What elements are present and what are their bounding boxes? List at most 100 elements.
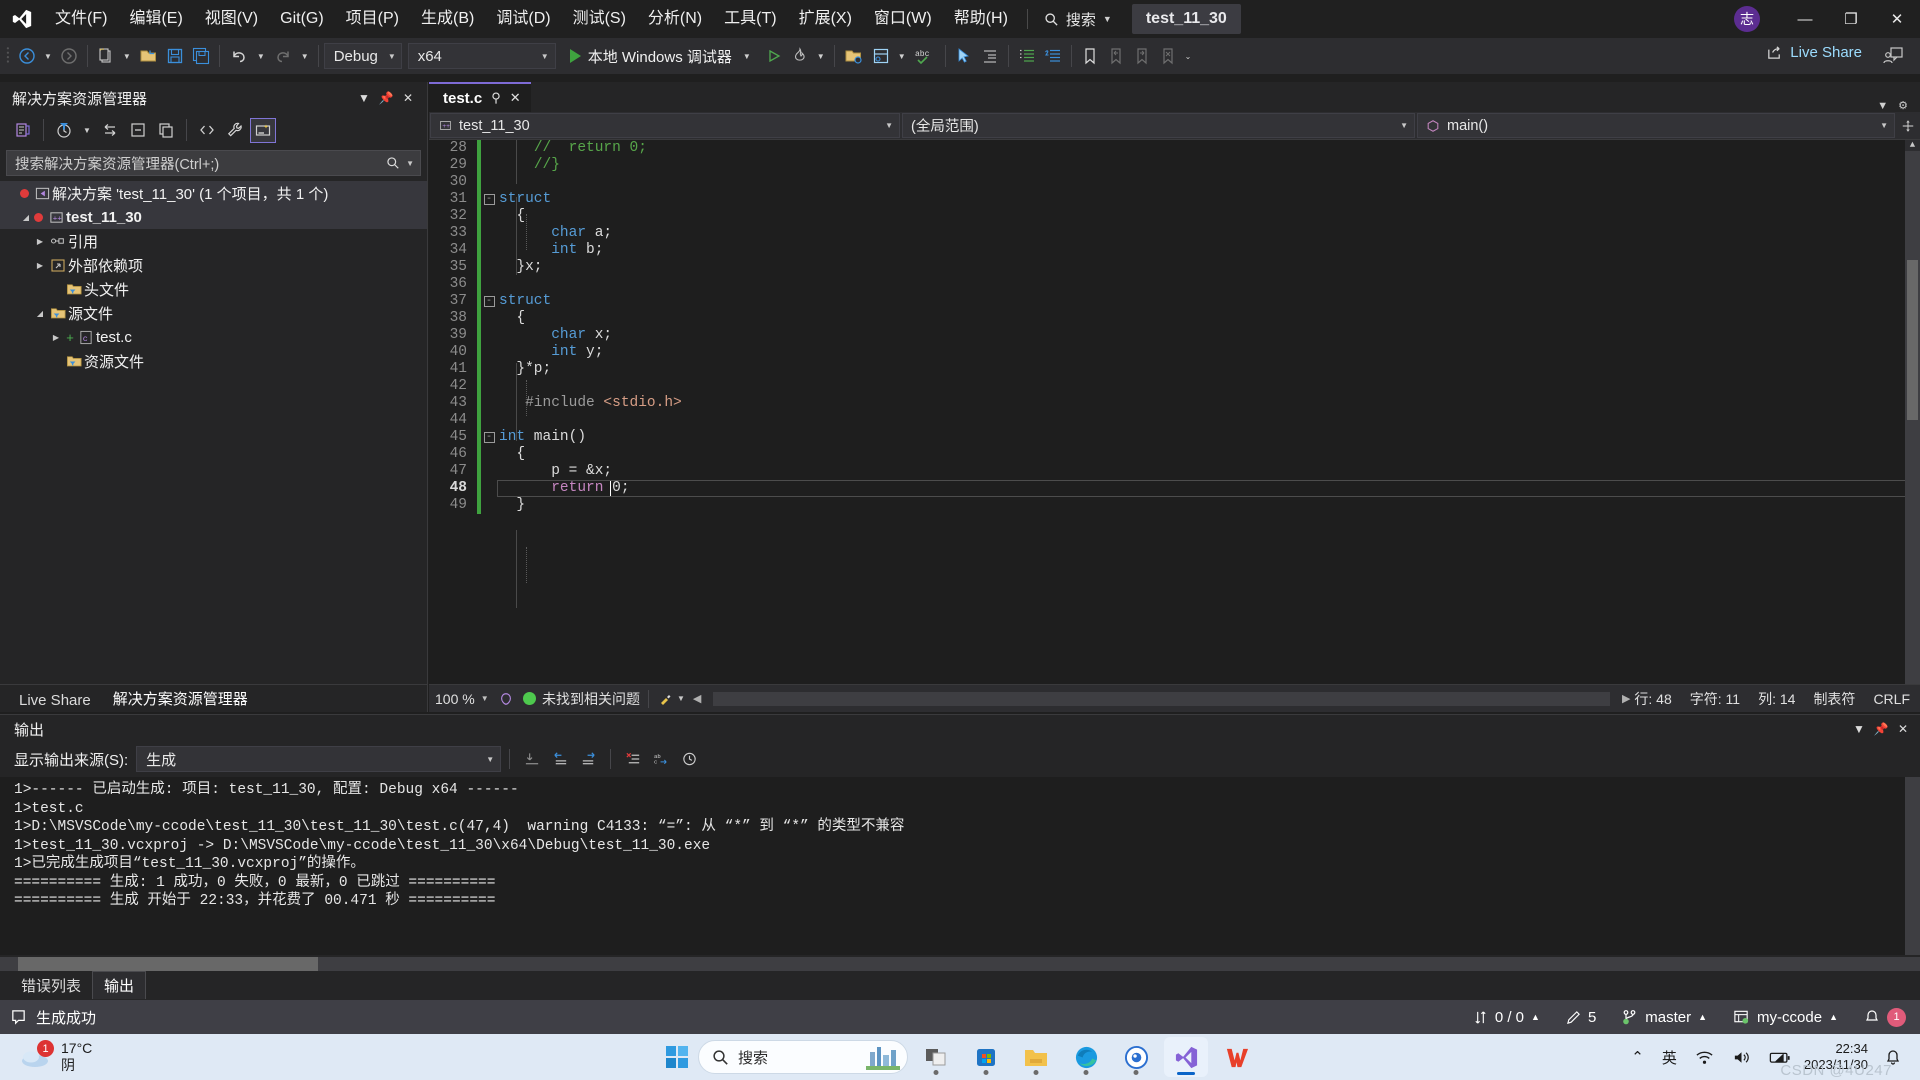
panel-dropdown-button[interactable]: ▼ [1848,718,1870,740]
code-line[interactable]: 41 }*p; [429,361,1920,378]
history-button[interactable] [675,746,703,772]
properties-caret-icon[interactable]: ▼ [894,52,910,61]
pin-icon[interactable]: 📌 [375,87,397,109]
toolbar-overflow-icon[interactable]: ⌄ [1181,52,1196,61]
scroll-up-arrow-icon[interactable]: ▲ [1905,140,1920,151]
task-view-button[interactable] [914,1037,958,1077]
code-line[interactable]: 49 } [429,497,1920,514]
menu-project[interactable]: 项目(P) [335,0,410,38]
tab-output[interactable]: 输出 [92,971,147,999]
microsoft-store-button[interactable] [964,1037,1008,1077]
tree-expander[interactable]: ◢ [18,213,34,222]
menu-edit[interactable]: 编辑(E) [118,0,193,38]
tree-item-resource-files[interactable]: 资源文件 [0,349,427,373]
navigate-forward-button[interactable] [56,42,82,70]
code-line[interactable]: 47 p = &x; [429,463,1920,480]
navigate-back-button[interactable] [14,42,40,70]
active-solution-chip[interactable]: test_11_30 [1131,4,1241,34]
code-line[interactable]: 29 //} [429,157,1920,174]
code-line[interactable]: 35 }x; [429,259,1920,276]
intellicode-icon[interactable] [499,692,513,706]
panel-dropdown-button[interactable]: ▼ [353,87,375,109]
line-ending-mode[interactable]: CRLF [1873,691,1910,707]
code-line[interactable]: 32 { [429,208,1920,225]
toolbar-grip[interactable] [4,45,14,67]
properties-button[interactable] [222,118,248,143]
live-share-button[interactable]: Live Share [1766,44,1862,61]
split-view-button[interactable] [1896,112,1920,139]
open-file-button[interactable] [135,42,162,70]
new-item-button[interactable] [93,42,119,70]
uncomment-selection-button[interactable] [1040,42,1066,70]
new-item-caret-icon[interactable]: ▼ [119,52,135,61]
menu-tools[interactable]: 工具(T) [713,0,787,38]
output-source-combo[interactable]: 生成 ▼ [136,746,502,772]
tree-item-solution[interactable]: 解决方案 'test_11_30' (1 个项目，共 1 个) [0,181,427,205]
pin-icon[interactable]: ⚲ [491,90,501,106]
toggle-bookmark-button[interactable] [1077,42,1103,70]
output-horizontal-scrollbar[interactable] [0,957,1920,971]
preview-selected-items-button[interactable] [249,117,276,143]
hot-reload-caret-icon[interactable]: ▼ [813,52,829,61]
scrollbar-thumb[interactable] [1907,260,1918,420]
indentation-mode[interactable]: 制表符 [1813,689,1855,709]
pointer-select-button[interactable] [951,42,977,70]
tree-item-project[interactable]: ◢ ++ test_11_30 [0,205,427,229]
close-icon[interactable]: ✕ [397,87,419,109]
start-debugging-button[interactable]: 本地 Windows 调试器 ▼ [564,42,761,70]
previous-message-button[interactable] [546,746,574,772]
weather-widget[interactable]: 1 17°C 阴 [0,1040,92,1074]
save-all-button[interactable] [188,42,214,70]
maximize-button[interactable]: ❐ [1828,0,1874,38]
search-options-caret-icon[interactable]: ▼ [400,159,414,168]
solution-explorer-button[interactable] [840,42,868,70]
tree-expander[interactable]: ▶ [48,333,64,342]
show-all-files-button[interactable] [153,118,179,143]
code-line[interactable]: 31 - struct [429,191,1920,208]
global-search-box[interactable]: 搜索 ▼ [1036,4,1120,34]
sync-status[interactable]: 0 / 0 ▲ [1473,1009,1540,1026]
chevron-down-icon[interactable]: ▼ [673,694,689,703]
tree-item-references[interactable]: ▶ 引用 [0,229,427,253]
tree-expander[interactable]: ▶ [32,237,48,246]
clear-bookmarks-button[interactable] [1155,42,1181,70]
tree-item-test-c[interactable]: ▶ + c test.c [0,325,427,349]
navbar-scope-combo[interactable]: (全局范围) ▼ [902,113,1415,138]
close-icon[interactable]: ✕ [510,90,521,106]
next-bookmark-button[interactable] [1129,42,1155,70]
gear-icon[interactable]: ⚙ [1898,99,1908,112]
code-line[interactable]: 48 return 0; [429,480,1920,497]
menu-git[interactable]: Git(G) [269,0,335,38]
pin-icon[interactable]: 📌 [1870,718,1892,740]
menu-help[interactable]: 帮助(H) [943,0,1019,38]
view-code-button[interactable] [194,118,220,143]
undo-button[interactable] [225,42,253,70]
code-line[interactable]: 44 [429,412,1920,429]
tab-solution-explorer[interactable]: 解决方案资源管理器 [102,685,259,712]
pending-changes-status[interactable]: 5 [1566,1009,1596,1026]
code-line[interactable]: 33 char a; [429,225,1920,242]
code-line[interactable]: 30 [429,174,1920,191]
output-vertical-scrollbar[interactable] [1905,777,1920,955]
fold-toggle-icon[interactable]: - [481,296,497,307]
file-explorer-button[interactable] [1014,1037,1058,1077]
sync-with-active-document-button[interactable] [97,118,123,143]
menu-analyze[interactable]: 分析(N) [637,0,713,38]
chevron-down-icon[interactable]: ▼ [1877,100,1888,112]
start-without-debugging-button[interactable] [761,42,787,70]
menu-test[interactable]: 测试(S) [562,0,637,38]
ime-indicator[interactable]: 英 [1653,1037,1686,1077]
hot-reload-button[interactable] [787,42,813,70]
avatar[interactable]: 志 [1734,6,1760,32]
close-button[interactable]: ✕ [1874,0,1920,38]
code-line[interactable]: 36 [429,276,1920,293]
toggle-word-wrap-button[interactable]: ab c [647,746,675,772]
tree-item-source-files[interactable]: ◢ 源文件 [0,301,427,325]
tree-item-header-files[interactable]: 头文件 [0,277,427,301]
pending-changes-filter-button[interactable] [51,118,77,143]
navbar-member-combo[interactable]: main() ▼ [1417,113,1895,138]
solution-configuration-combo[interactable]: Debug ▼ [323,43,402,69]
repository-status[interactable]: my-ccode ▲ [1733,1009,1838,1026]
save-button[interactable] [162,42,188,70]
fold-toggle-icon[interactable]: - [481,194,497,205]
